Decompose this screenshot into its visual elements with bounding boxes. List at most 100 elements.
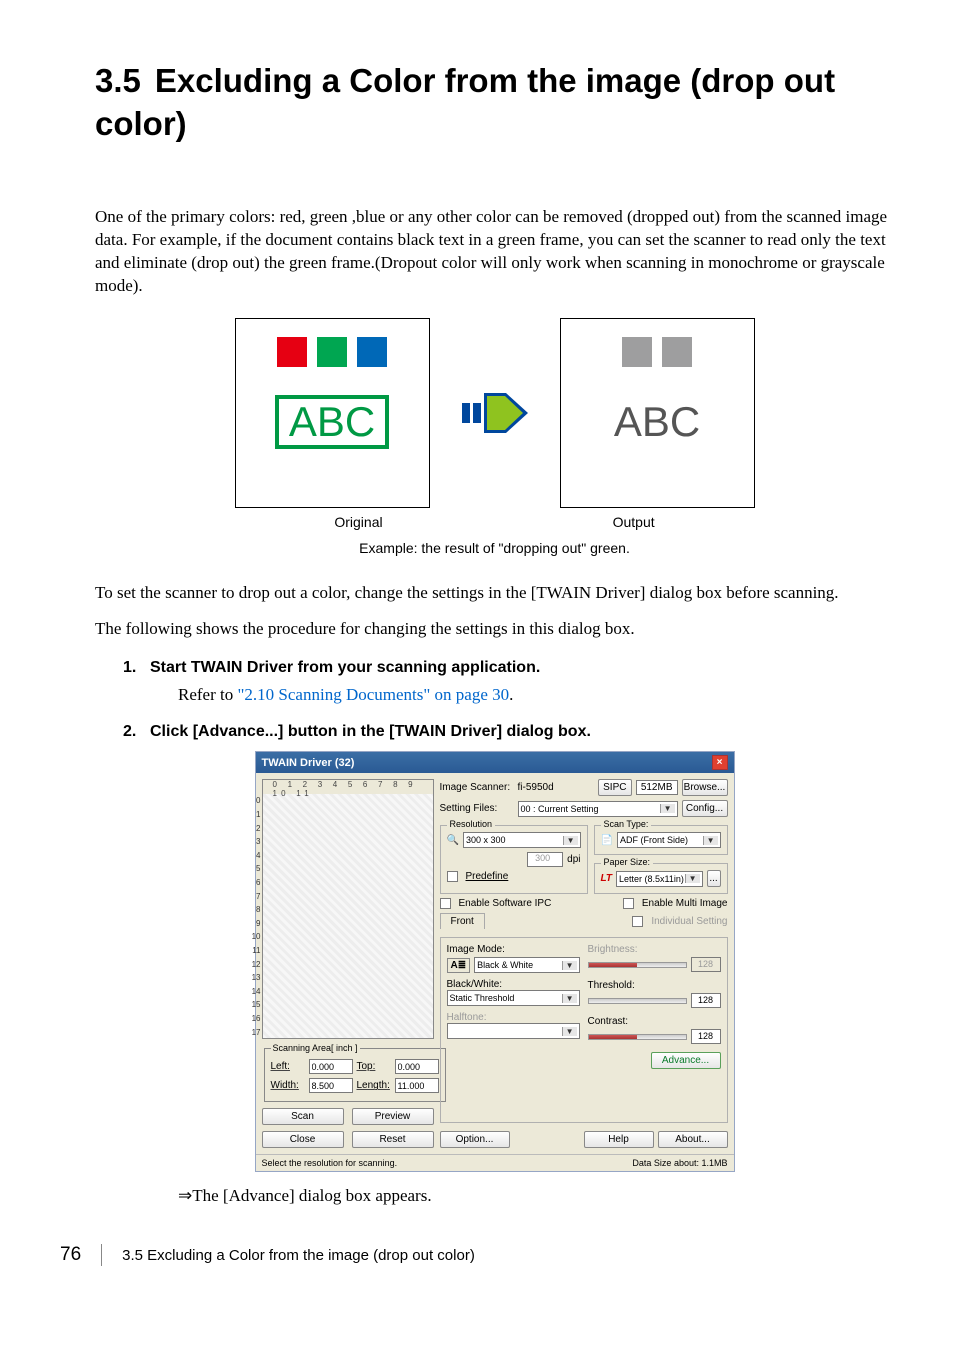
paper-size-icon: LT	[601, 873, 612, 884]
swatch-red	[277, 337, 307, 367]
option-button[interactable]: Option...	[440, 1131, 510, 1148]
resolution-icon: 🔍	[447, 835, 459, 846]
contrast-label: Contrast:	[588, 1016, 721, 1027]
browse-button[interactable]: Browse...	[682, 779, 728, 796]
scanning-area-label: Scanning Area[ inch ]	[271, 1043, 360, 1053]
step-1-body: Refer to "2.10 Scanning Documents" on pa…	[178, 685, 894, 705]
close-icon[interactable]: ×	[712, 755, 728, 770]
resolution-spin[interactable]: 300	[527, 852, 563, 867]
swatch-blue	[357, 337, 387, 367]
brightness-value: 128	[691, 957, 721, 972]
preview-area[interactable]: 0 1 2 3 4 5 6 7 8 9 10 11 01234567891011…	[262, 779, 434, 1039]
setting-files-select[interactable]: 00 : Current Setting▼	[518, 801, 678, 817]
paragraph-3: The following shows the procedure for ch…	[95, 618, 894, 641]
scanning-area-group: Scanning Area[ inch ] Left: Top: Width:	[264, 1043, 446, 1102]
length-label: Length:	[357, 1080, 391, 1091]
black-white-label: Black/White:	[447, 979, 580, 990]
setting-files-label: Setting Files:	[440, 803, 514, 814]
brightness-label: Brightness:	[588, 944, 721, 955]
step-1-title: Start TWAIN Driver from your scanning ap…	[150, 659, 540, 677]
paper-size-more-button[interactable]: ...	[707, 870, 721, 887]
dpi-label: dpi	[567, 854, 580, 865]
sipc-button[interactable]: SIPC	[598, 779, 632, 796]
top-input[interactable]	[395, 1059, 439, 1074]
twain-titlebar: TWAIN Driver (32) ×	[256, 752, 734, 773]
original-caption: Original	[334, 514, 382, 530]
abc-original: ABC	[275, 395, 389, 449]
enable-software-ipc-checkbox[interactable]	[440, 898, 451, 909]
threshold-value[interactable]: 128	[691, 993, 721, 1008]
predefine-checkbox[interactable]	[447, 871, 458, 882]
paper-size-label: Paper Size:	[601, 857, 654, 867]
halftone-select: ▼	[447, 1023, 580, 1039]
config-button[interactable]: Config...	[682, 800, 728, 817]
halftone-label: Halftone:	[447, 1012, 580, 1023]
individual-setting-checkbox	[632, 916, 643, 927]
adf-icon: 📄	[601, 835, 613, 846]
threshold-slider[interactable]	[588, 998, 687, 1004]
top-label: Top:	[357, 1061, 391, 1072]
predefine-label: Predefine	[466, 871, 509, 882]
enable-multi-image-checkbox[interactable]	[623, 898, 634, 909]
enable-software-ipc-label: Enable Software IPC	[459, 898, 619, 909]
twain-driver-dialog: TWAIN Driver (32) × 0 1 2 3 4 5 6 7 8 9 …	[255, 751, 735, 1172]
resolution-label: Resolution	[447, 819, 496, 829]
paragraph-2: To set the scanner to drop out a color, …	[95, 582, 894, 605]
left-input[interactable]	[309, 1059, 353, 1074]
output-caption: Output	[613, 514, 655, 530]
image-scanner-label: Image Scanner:	[440, 782, 514, 793]
swatch-grey-1	[622, 337, 652, 367]
close-button[interactable]: Close	[262, 1131, 344, 1148]
example-caption: Example: the result of "dropping out" gr…	[95, 540, 894, 556]
example-figure: ABC ABC	[95, 318, 894, 508]
section-title: Excluding a Color from the image (drop o…	[95, 62, 835, 142]
intro-paragraph: One of the primary colors: red, green ,b…	[95, 206, 894, 298]
help-button[interactable]: Help	[584, 1131, 654, 1148]
image-mode-select[interactable]: Black & White▼	[474, 957, 579, 973]
ruler-vertical: 01234567891011121314151617	[251, 794, 261, 1039]
footer-title: 3.5 Excluding a Color from the image (dr…	[122, 1247, 475, 1264]
data-size: Data Size about: 1.1MB	[632, 1158, 727, 1168]
abc-output: ABC	[600, 395, 714, 449]
page-heading: 3.5Excluding a Color from the image (dro…	[95, 60, 894, 146]
paper-size-select[interactable]: Letter (8.5x11in)▼	[616, 871, 703, 887]
page-footer: 76 3.5 Excluding a Color from the image …	[0, 1244, 954, 1286]
section-number: 3.5	[95, 62, 141, 99]
contrast-slider[interactable]	[588, 1034, 687, 1040]
image-mode-label: Image Mode:	[447, 944, 580, 955]
left-label: Left:	[271, 1061, 305, 1072]
step-1-number: 1.	[95, 659, 150, 677]
arrow-icon	[460, 318, 530, 508]
twain-title-text: TWAIN Driver (32)	[262, 757, 355, 769]
preview-button[interactable]: Preview	[352, 1108, 434, 1125]
status-text: Select the resolution for scanning.	[262, 1158, 398, 1168]
ruler-horizontal: 0 1 2 3 4 5 6 7 8 9 10 11	[263, 780, 433, 794]
swatch-green	[317, 337, 347, 367]
length-input[interactable]	[395, 1078, 439, 1093]
reset-button[interactable]: Reset	[352, 1131, 434, 1148]
brightness-slider	[588, 962, 687, 968]
swatch-grey-2	[662, 337, 692, 367]
result-arrow-icon: ⇒	[178, 1186, 192, 1205]
step-2-title: Click [Advance...] button in the [TWAIN …	[150, 723, 591, 741]
threshold-label: Threshold:	[588, 980, 721, 991]
advance-button[interactable]: Advance...	[651, 1052, 721, 1069]
output-panel: ABC	[560, 318, 755, 508]
scan-button[interactable]: Scan	[262, 1108, 344, 1125]
black-white-select[interactable]: Static Threshold▼	[447, 990, 580, 1006]
original-panel: ABC	[235, 318, 430, 508]
image-mode-icon: A≣	[447, 958, 471, 973]
enable-multi-image-label: Enable Multi Image	[642, 898, 728, 909]
scan-type-select[interactable]: ADF (Front Side)▼	[617, 832, 721, 848]
width-input[interactable]	[309, 1078, 353, 1093]
image-scanner-value: fi-5950d	[518, 782, 594, 793]
contrast-value[interactable]: 128	[691, 1029, 721, 1044]
about-button[interactable]: About...	[658, 1131, 728, 1148]
memory-value: 512MB	[636, 780, 678, 795]
scanning-documents-link[interactable]: "2.10 Scanning Documents" on page 30	[237, 685, 509, 704]
step-2-result: ⇒The [Advance] dialog box appears.	[178, 1186, 894, 1206]
step-2-number: 2.	[95, 723, 150, 741]
resolution-select[interactable]: 300 x 300▼	[463, 832, 581, 848]
front-tab[interactable]: Front	[440, 913, 485, 929]
scan-type-label: Scan Type:	[601, 819, 652, 829]
